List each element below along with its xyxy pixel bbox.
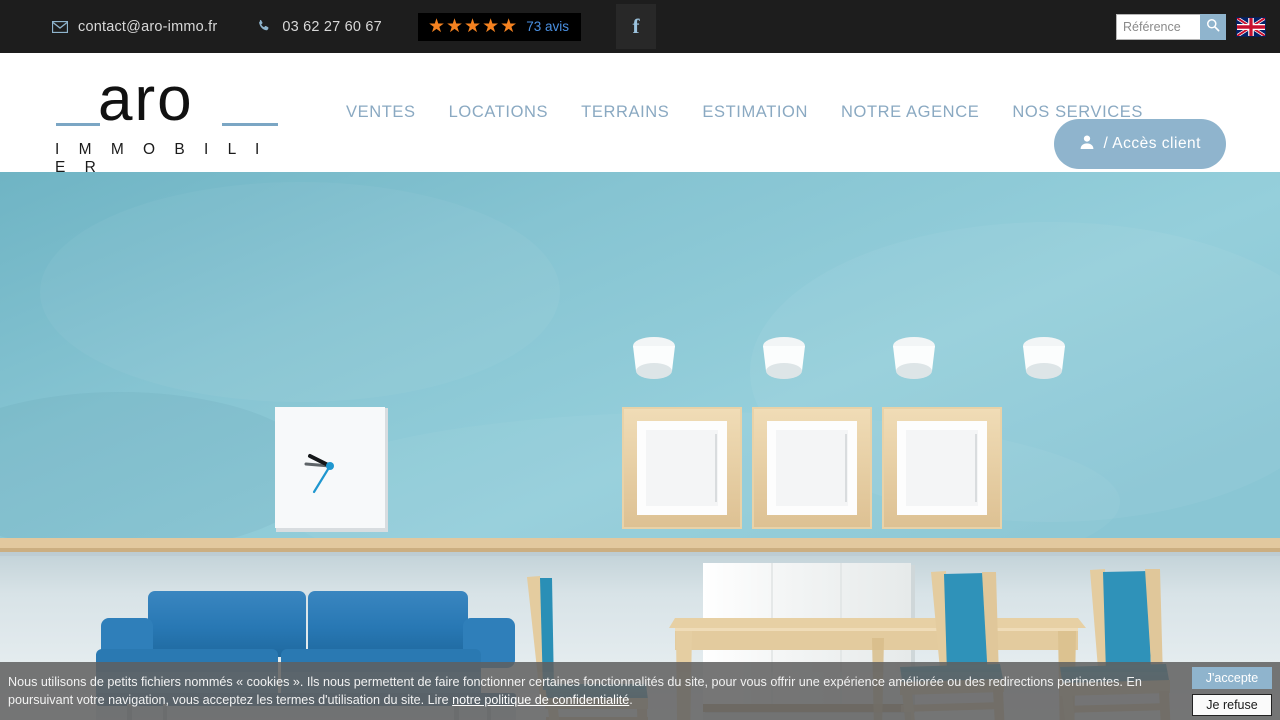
- nav-item-terrains[interactable]: TERRAINS: [581, 103, 669, 122]
- search-icon: [1206, 18, 1220, 35]
- envelope-icon: [52, 20, 68, 33]
- contact-phone-text: 03 62 27 60 67: [282, 18, 382, 35]
- contact-email-text: contact@aro-immo.fr: [78, 18, 218, 35]
- star-icon: ★: [482, 16, 500, 37]
- search-input[interactable]: [1116, 13, 1200, 40]
- star-icon: ★: [500, 16, 518, 37]
- privacy-policy-link[interactable]: notre politique de confidentialité: [452, 693, 629, 707]
- top-utility-bar: contact@aro-immo.fr 03 62 27 60 67 ★ ★ ★…: [0, 0, 1280, 53]
- cookie-consent-banner: Nous utilisons de petits fichiers nommés…: [0, 662, 1280, 720]
- logo-rule-right: [222, 123, 278, 126]
- site-logo[interactable]: aro I M M O B I L I E R: [52, 65, 282, 176]
- contact-email[interactable]: contact@aro-immo.fr: [52, 19, 217, 35]
- cookie-refuse-button[interactable]: Je refuse: [1192, 694, 1272, 716]
- nav-item-estimation[interactable]: ESTIMATION: [702, 103, 808, 122]
- star-icon: ★: [427, 16, 445, 37]
- nav-item-notre-agence[interactable]: NOTRE AGENCE: [841, 103, 979, 122]
- facebook-icon: f: [632, 14, 640, 38]
- reference-search: [1116, 13, 1226, 40]
- cookie-message-line1: Nous utilisons de petits fichiers nommés…: [8, 674, 1054, 689]
- nav-item-locations[interactable]: LOCATIONS: [449, 103, 549, 122]
- star-icon: ★: [446, 16, 464, 37]
- topbar-contact-group: contact@aro-immo.fr 03 62 27 60 67 ★ ★ ★…: [0, 4, 656, 49]
- facebook-link[interactable]: f: [615, 4, 656, 49]
- cookie-accept-button[interactable]: J'accepte: [1192, 667, 1272, 689]
- search-button[interactable]: [1200, 13, 1226, 40]
- reviews-count-label: 73 avis: [526, 19, 569, 34]
- united-kingdom-flag-icon[interactable]: [1236, 16, 1266, 37]
- nav-item-ventes[interactable]: VENTES: [346, 103, 416, 122]
- logo-wordmark: aro: [98, 65, 194, 134]
- cookie-actions: J'accepte Je refuse: [1192, 667, 1272, 716]
- contact-phone[interactable]: 03 62 27 60 67: [257, 19, 382, 35]
- reviews-badge[interactable]: ★ ★ ★ ★ ★ 73 avis: [417, 12, 581, 41]
- cookie-message: Nous utilisons de petits fichiers nommés…: [0, 673, 1175, 710]
- cookie-message-line2b: .: [629, 693, 633, 707]
- logo-rule-left: [56, 123, 100, 126]
- site-header: aro I M M O B I L I E R VENTES LOCATIONS…: [0, 53, 1280, 176]
- main-navigation: VENTES LOCATIONS TERRAINS ESTIMATION NOT…: [346, 53, 1143, 172]
- page-root: contact@aro-immo.fr 03 62 27 60 67 ★ ★ ★…: [0, 0, 1280, 720]
- phone-icon: [257, 19, 272, 34]
- client-access-label: / Accès client: [1103, 135, 1201, 152]
- hero-image: [0, 172, 1280, 720]
- user-icon: [1079, 134, 1095, 155]
- logo-subtitle: I M M O B I L I E R: [55, 141, 267, 176]
- star-icon: ★: [464, 16, 482, 37]
- topbar-tools-group: [1116, 0, 1266, 53]
- client-access-button[interactable]: / Accès client: [1053, 119, 1226, 169]
